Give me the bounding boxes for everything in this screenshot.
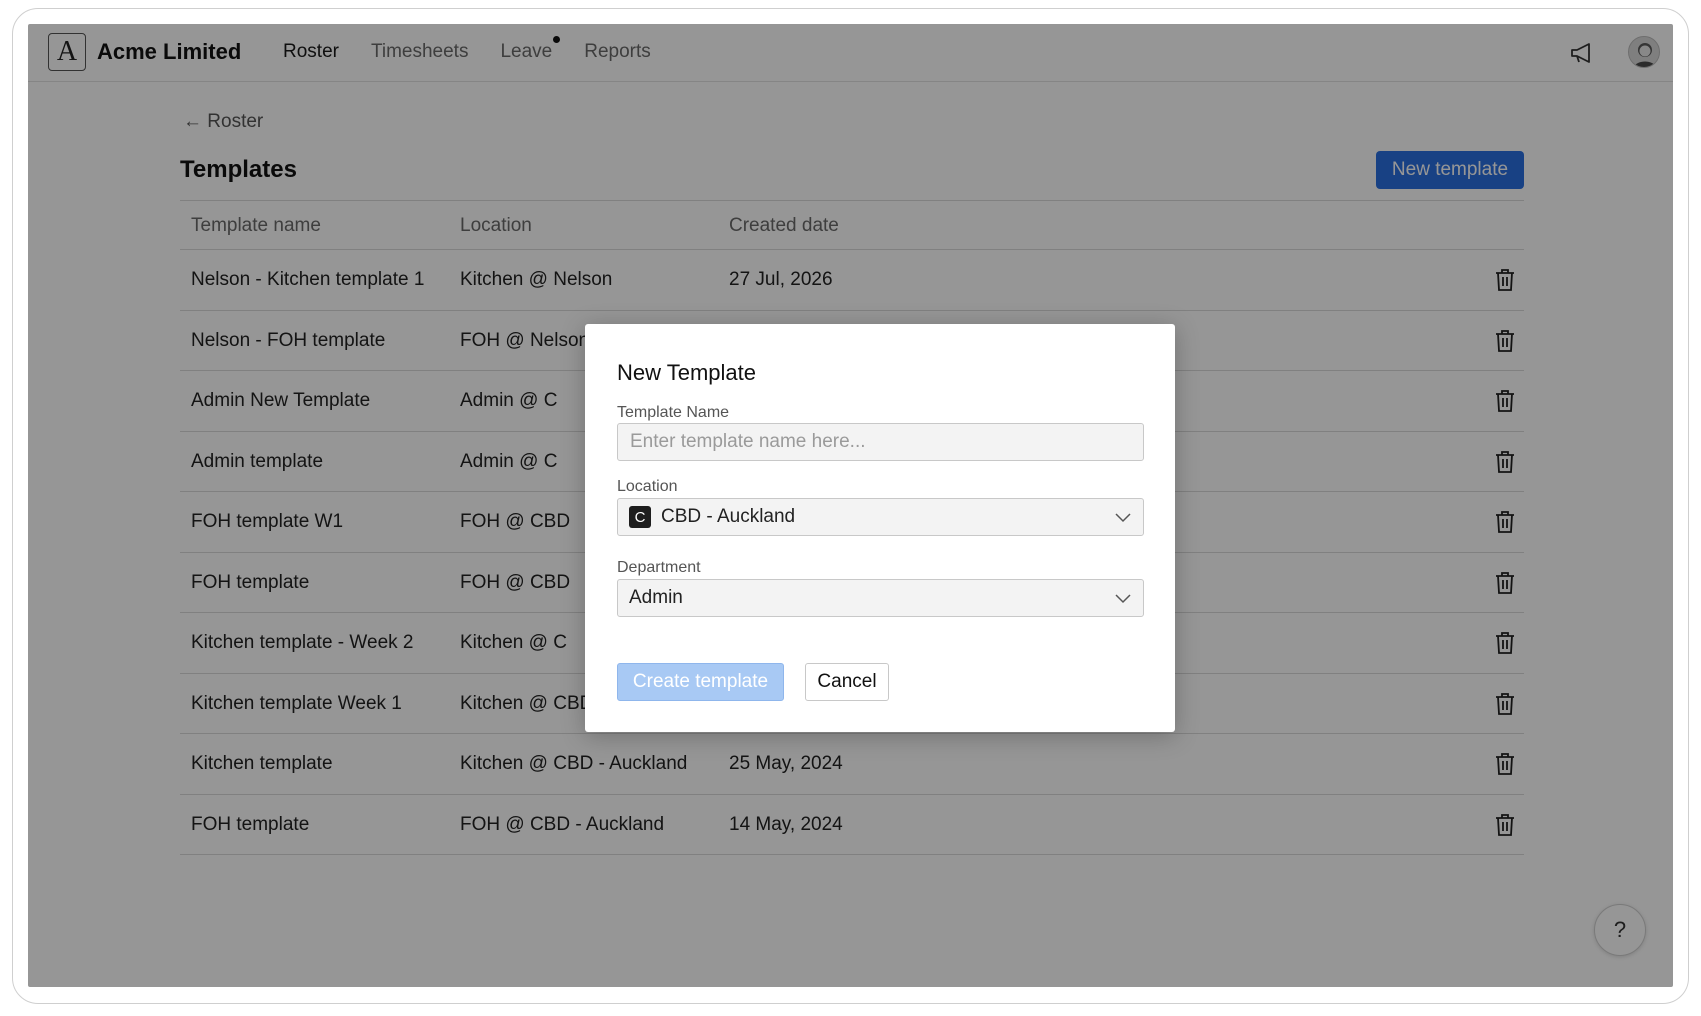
chevron-down-icon — [1115, 594, 1131, 604]
template-name-input[interactable]: Enter template name here... — [617, 423, 1144, 461]
location-label: Location — [617, 478, 678, 495]
department-select[interactable]: Admin — [617, 579, 1144, 617]
template-name-label: Template Name — [617, 404, 730, 421]
location-value: CBD - Auckland — [661, 506, 796, 527]
location-select[interactable]: C CBD - Auckland — [617, 498, 1144, 536]
dialog-title: New Template — [617, 360, 756, 385]
new-template-dialog: New Template Template Name Enter templat… — [585, 324, 1175, 732]
department-label: Department — [617, 559, 701, 576]
location-badge-icon: C — [629, 506, 651, 528]
chevron-down-icon — [1115, 513, 1131, 523]
app-root: A Acme Limited Roster Timesheets Leave R… — [28, 24, 1673, 987]
create-template-button[interactable]: Create template — [617, 663, 784, 701]
cancel-button[interactable]: Cancel — [805, 663, 889, 701]
department-value: Admin — [629, 587, 683, 608]
